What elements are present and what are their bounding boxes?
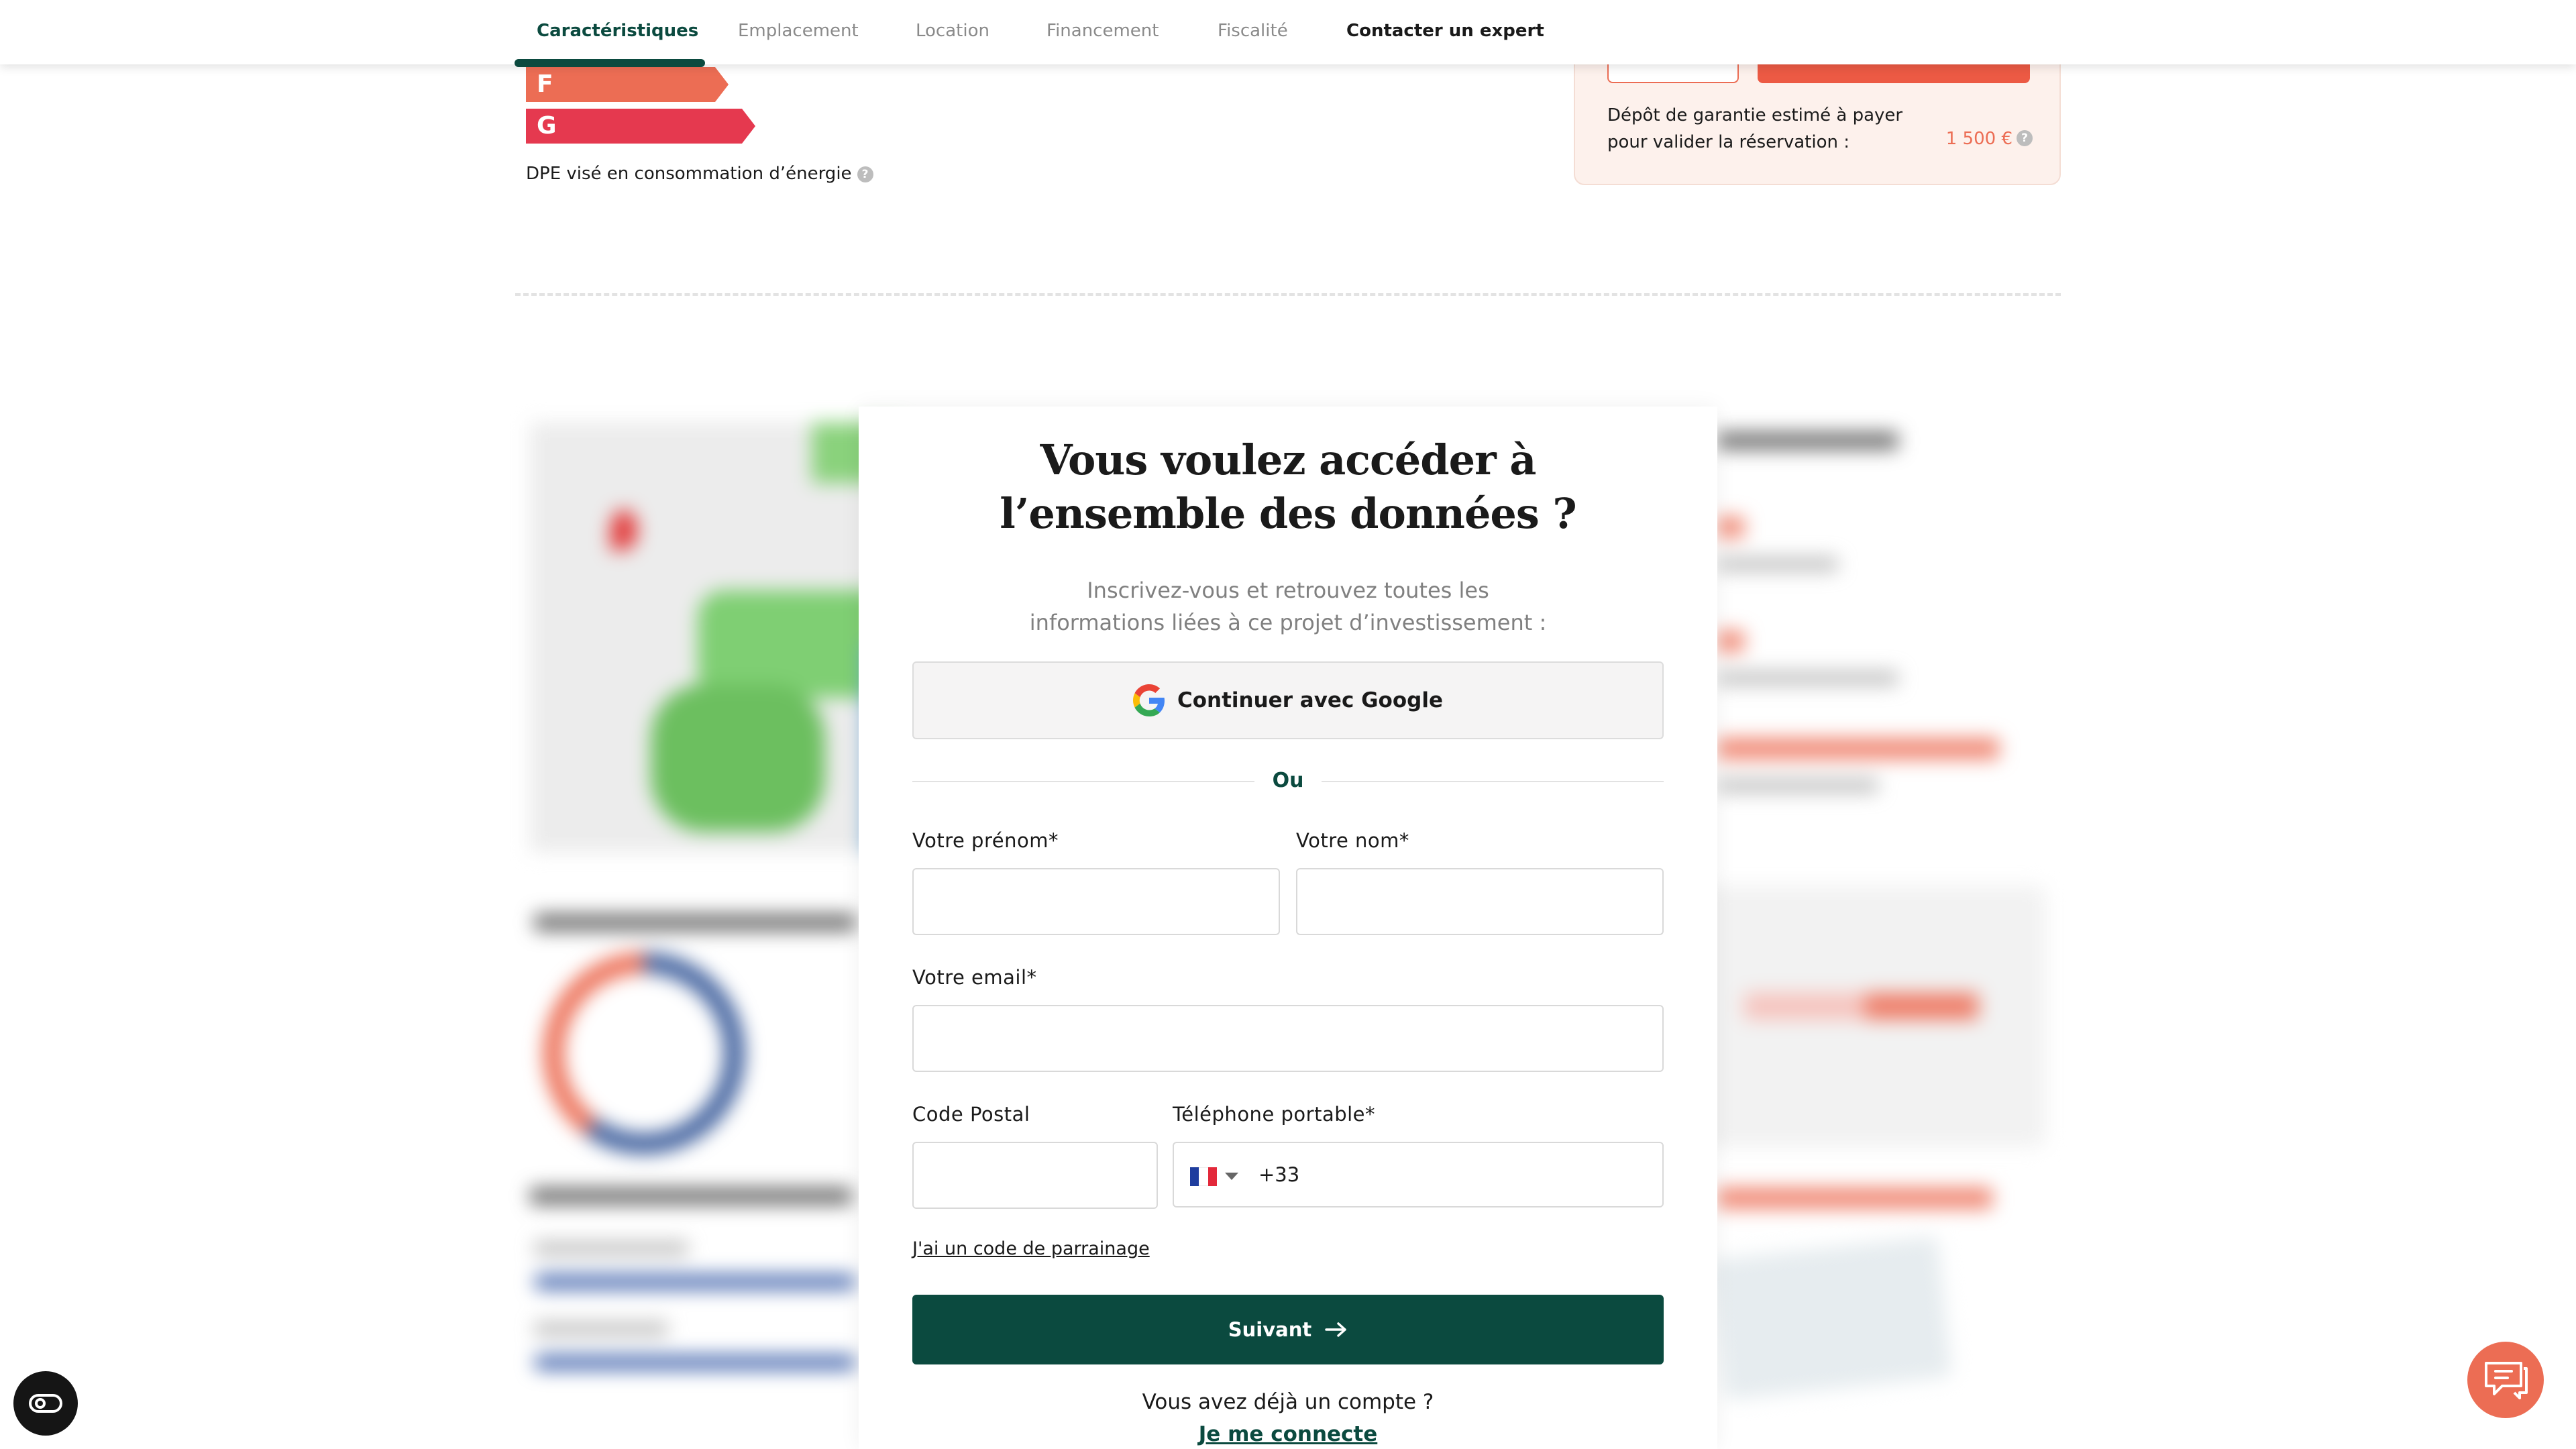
chat-button[interactable] (2467, 1342, 2544, 1418)
next-button[interactable]: Suivant (912, 1295, 1664, 1364)
dpe-label-g: G (526, 109, 755, 144)
blurred-card (1710, 1236, 1953, 1401)
chevron-down-icon[interactable] (1225, 1173, 1238, 1180)
accessibility-toggle-button[interactable] (13, 1371, 78, 1436)
firstname-label: Votre prénom* (912, 829, 1059, 852)
france-flag-icon[interactable] (1190, 1167, 1217, 1186)
nav-item-caracteristiques[interactable]: Caractéristiques (537, 21, 698, 41)
blurred-progress (534, 1355, 856, 1370)
blurred-text (1717, 671, 1898, 686)
question-mark-icon[interactable]: ? (857, 166, 873, 182)
modal-subtitle-line: Inscrivez-vous et retrouvez toutes les (1087, 578, 1489, 603)
blurred-text (534, 1241, 688, 1256)
map-park (651, 684, 825, 832)
deposit-amount: 1 500 € (1945, 129, 2012, 149)
next-button-label: Suivant (1228, 1318, 1312, 1341)
section-divider (515, 293, 2061, 296)
active-tab-indicator (515, 59, 705, 67)
blurred-text (1717, 778, 1878, 793)
arrow-right-icon (1325, 1322, 1346, 1337)
blurred-text (534, 1322, 668, 1336)
modal-title-line: l’ensemble des données ? (1000, 489, 1576, 538)
dpe-label-f: F (526, 67, 729, 102)
blurred-donut-hole (564, 973, 724, 1134)
map-pin-icon (610, 510, 637, 550)
map-preview (530, 423, 906, 852)
blurred-accent (1865, 993, 1979, 1020)
modal-title: Vous voulez accéder à l’ensemble des don… (859, 433, 1717, 541)
blurred-progress (534, 1275, 856, 1289)
postal-code-label: Code Postal (912, 1103, 1030, 1126)
google-signin-button[interactable]: Continuer avec Google (912, 661, 1664, 739)
google-signin-label: Continuer avec Google (1177, 688, 1443, 712)
nav-item-emplacement[interactable]: Emplacement (738, 21, 859, 41)
accessibility-toggle-icon (29, 1394, 62, 1413)
google-g-icon (1132, 684, 1165, 716)
question-mark-icon[interactable]: ? (2017, 130, 2033, 146)
lastname-field[interactable] (1296, 868, 1664, 935)
modal-subtitle-line: informations liées à ce projet d’investi… (1029, 610, 1547, 635)
blurred-heading (1717, 432, 1898, 449)
phone-field[interactable]: +33 (1173, 1142, 1664, 1208)
chat-bubble-icon (2485, 1362, 2528, 1399)
nav-item-contact-expert[interactable]: Contacter un expert (1346, 21, 1544, 41)
blurred-heading (534, 914, 856, 931)
blurred-text (1717, 557, 1838, 572)
modal-subtitle: Inscrivez-vous et retrouvez toutes les i… (859, 574, 1717, 639)
nav-item-location[interactable]: Location (916, 21, 989, 41)
dpe-caption-text: DPE visé en consommation d’énergie (526, 164, 852, 184)
signup-modal: Vous voulez accéder à l’ensemble des don… (859, 407, 1717, 1449)
blurred-accent (1717, 1187, 1992, 1209)
phone-prefix: +33 (1258, 1163, 1300, 1186)
referral-code-link[interactable]: J'ai un code de parrainage (912, 1238, 1150, 1259)
email-label: Votre email* (912, 966, 1037, 989)
section-nav: Caractéristiques Emplacement Location Fi… (0, 0, 2576, 64)
login-link[interactable]: Je me connecte (859, 1422, 1717, 1446)
modal-title-line: Vous voulez accéder à (1040, 435, 1537, 484)
email-field[interactable] (912, 1005, 1664, 1072)
blurred-accent (1717, 631, 1744, 652)
blurred-heading (530, 1187, 852, 1205)
lastname-label: Votre nom* (1296, 829, 1409, 852)
postal-code-field[interactable] (912, 1142, 1158, 1209)
blurred-accent (1717, 738, 1999, 759)
dpe-caption: DPE visé en consommation d’énergie? (526, 164, 873, 184)
firstname-field[interactable] (912, 868, 1280, 935)
divider-or: Ou (1272, 769, 1304, 792)
blurred-accent (1717, 517, 1744, 538)
existing-account-question: Vous avez déjà un compte ? (1142, 1390, 1434, 1414)
nav-item-fiscalite[interactable]: Fiscalité (1218, 21, 1288, 41)
phone-label: Téléphone portable* (1173, 1103, 1376, 1126)
deposit-text: Dépôt de garantie estimé à payer pour va… (1607, 105, 1903, 152)
nav-item-financement[interactable]: Financement (1046, 21, 1159, 41)
